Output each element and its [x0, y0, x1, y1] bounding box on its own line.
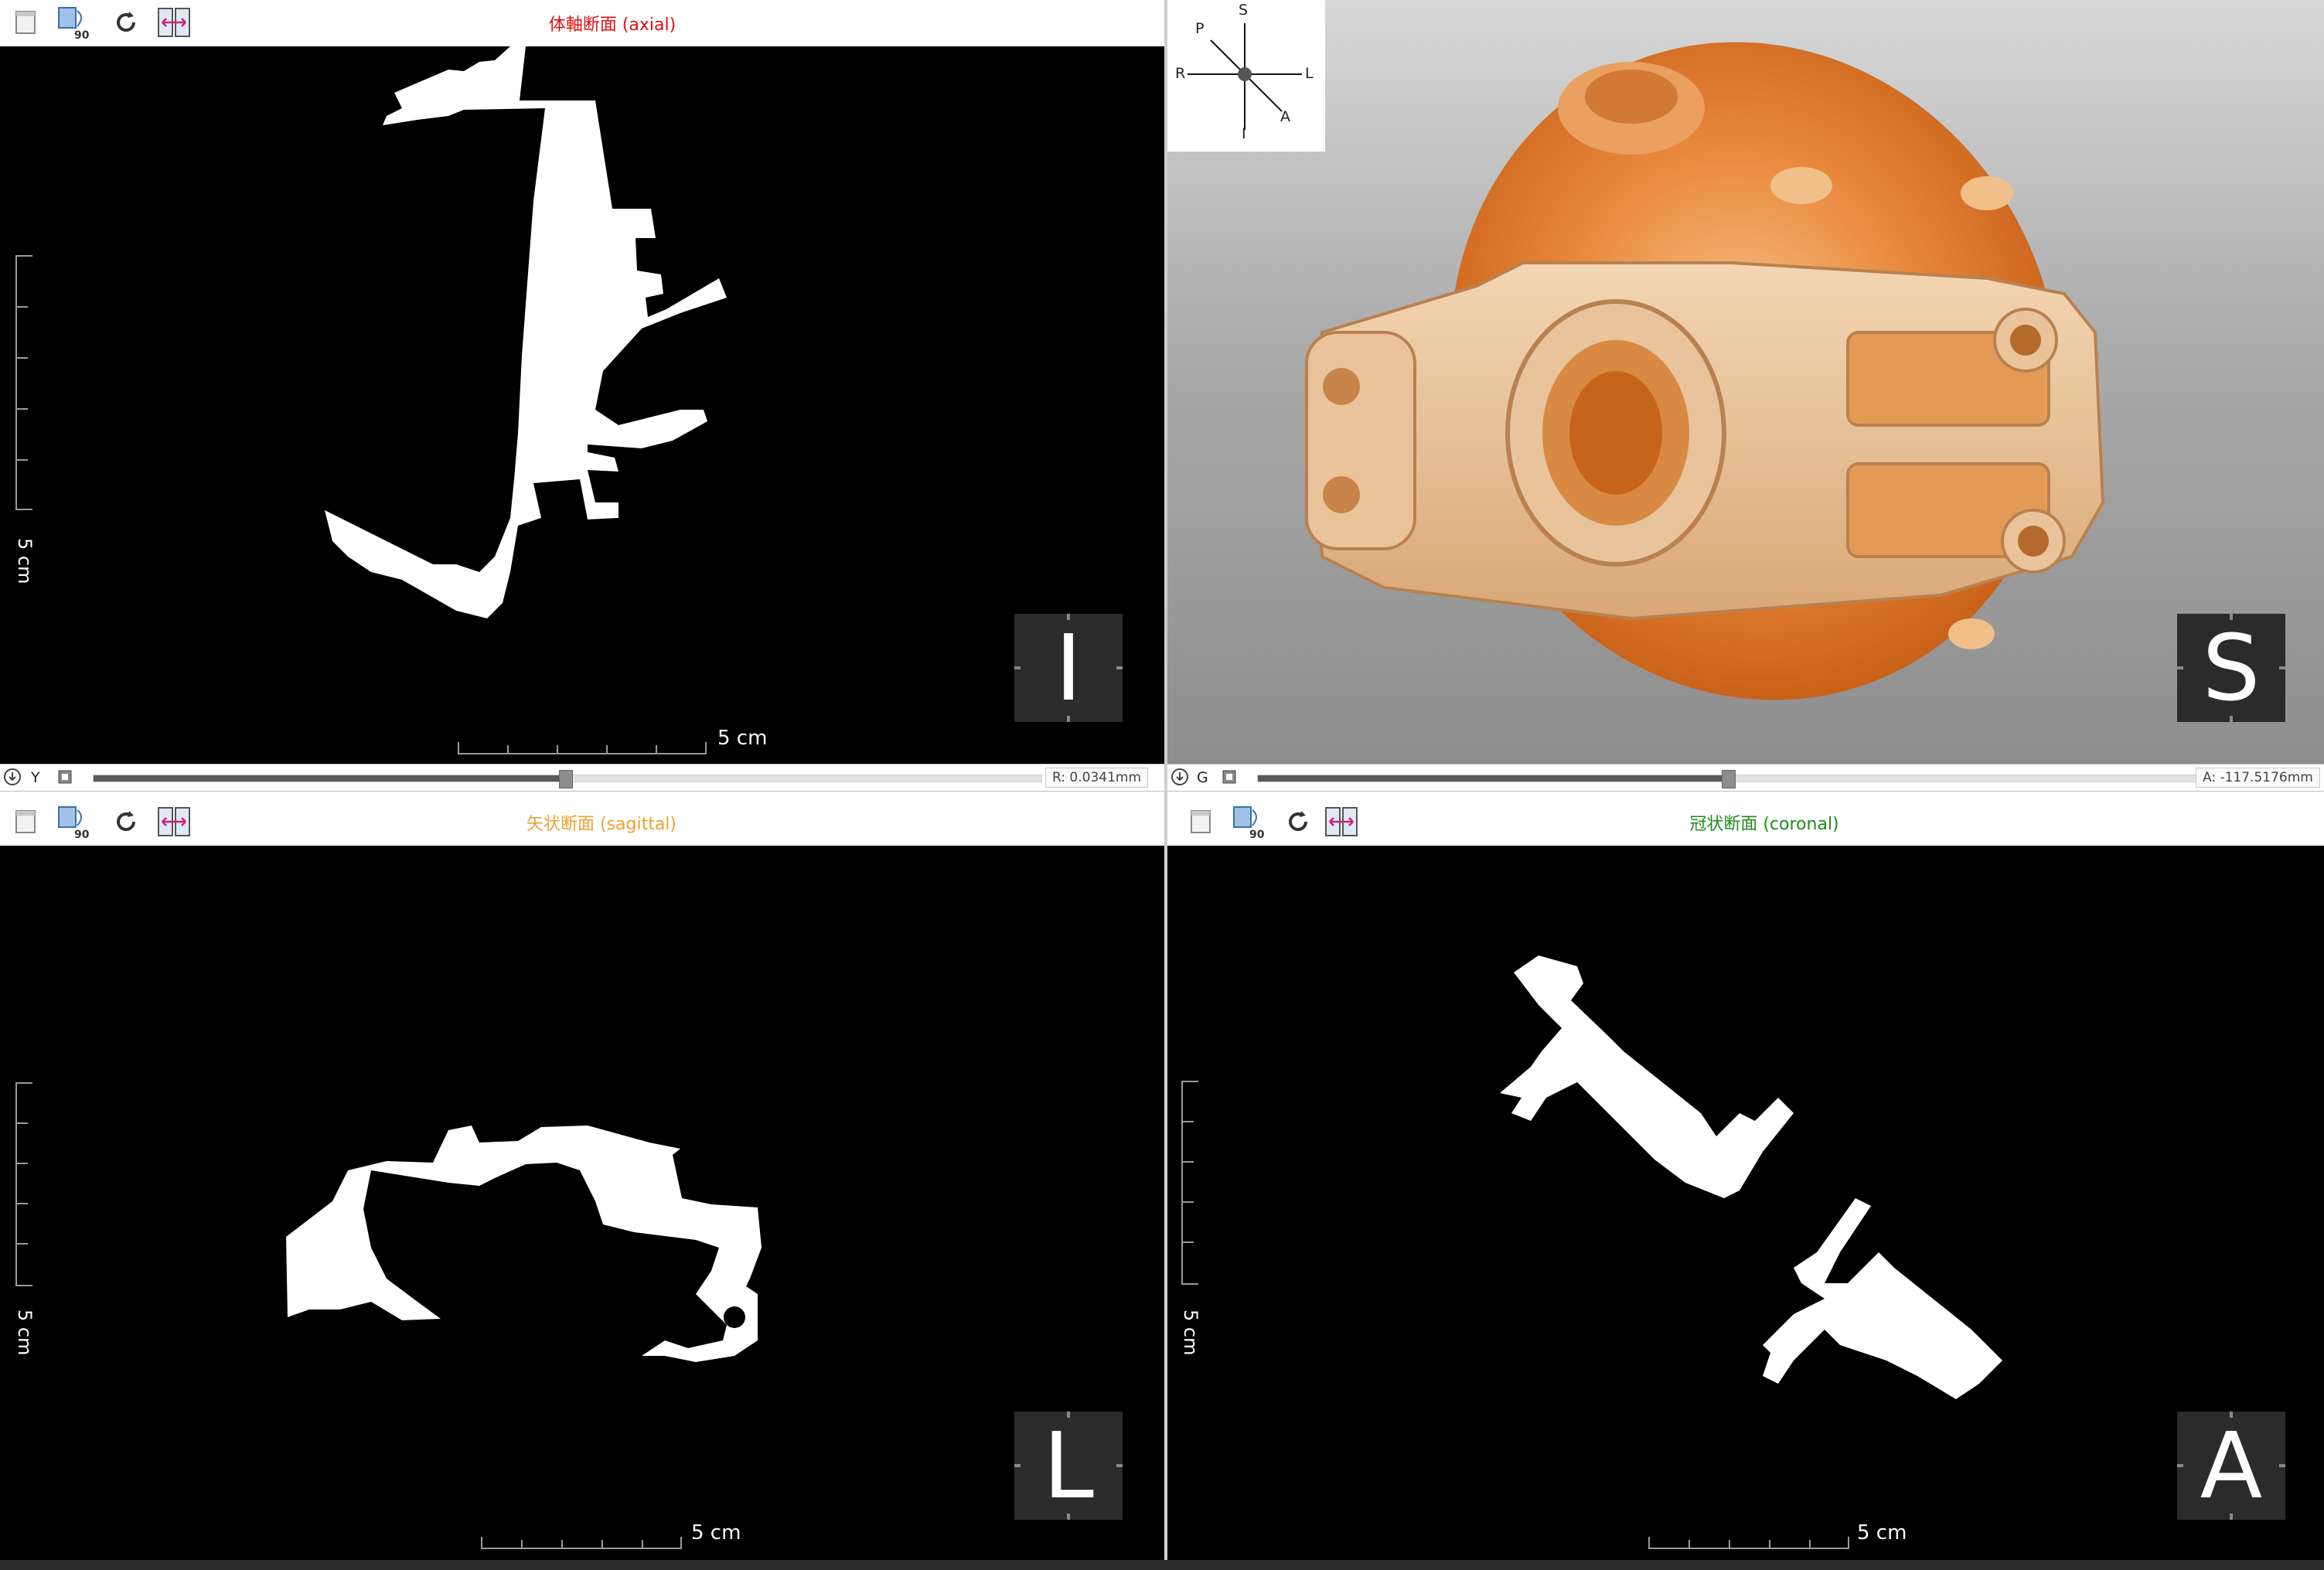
axial-scale-label: 5 cm	[717, 727, 768, 750]
crop-icon[interactable]	[54, 768, 76, 790]
orientation-S: S	[1239, 2, 1249, 19]
reset-icon[interactable]	[108, 804, 144, 839]
coronal-slice-image	[1500, 955, 2002, 1399]
coronal-vertical-scale-label: 5 cm	[1180, 1309, 1201, 1356]
slice-slider-right-fill	[1258, 775, 1729, 782]
sagittal-vertical-scalebar	[15, 1082, 34, 1286]
coronal-viewport[interactable]: 5 cm 5 cm A	[1167, 846, 2324, 1560]
bottom-status-strip	[0, 1560, 2324, 1570]
orientation-widget: S I R L P A	[1167, 0, 1325, 152]
sagittal-slice-image	[286, 1126, 762, 1362]
orientation-axes-icon	[1188, 23, 1302, 130]
axial-vertical-scale-label: 5 cm	[14, 538, 36, 584]
rotate-90-icon[interactable]: 90°	[54, 5, 90, 40]
slice-slider-left-thumb[interactable]	[559, 770, 573, 788]
slice-slider-left-fill	[94, 775, 567, 782]
sagittal-viewport[interactable]: 5 cm 5 cm L	[0, 846, 1164, 1560]
crop-icon[interactable]	[1218, 768, 1240, 790]
render3d-orientation-text: S	[2202, 615, 2261, 721]
flip-icon[interactable]	[156, 5, 192, 40]
axial-slice-image	[325, 46, 727, 618]
slider-row-right: G A: -117.5176mm	[1167, 764, 2324, 792]
rotate-90-icon[interactable]: 90°	[54, 804, 90, 839]
slider-row-left: Y R: 0.0341mm	[0, 764, 1164, 792]
sagittal-vertical-scale-label: 5 cm	[14, 1309, 36, 1356]
slider-axis-label-left: Y	[31, 769, 40, 786]
axial-vertical-scalebar	[15, 255, 34, 510]
sagittal-scale-label: 5 cm	[691, 1521, 741, 1544]
slice-slider-left[interactable]	[93, 770, 1042, 788]
reset-icon[interactable]	[108, 5, 144, 40]
flip-icon[interactable]	[156, 804, 192, 839]
window-icon[interactable]	[8, 804, 43, 839]
coronal-title: 冠状断面 (coronal)	[1689, 815, 1839, 834]
axial-toolbar: 90° 体軸断面 (axial)	[0, 0, 1164, 46]
axial-viewport[interactable]: 5 cm 5 cm I	[0, 46, 1164, 764]
axial-orientation-text: I	[1055, 615, 1082, 721]
rotate-label: 90°	[1249, 829, 1265, 839]
coronal-orientation-text: A	[2200, 1412, 2263, 1519]
reset-icon[interactable]	[1280, 804, 1316, 839]
sagittal-toolbar: 90° 矢状断面 (sagittal)	[0, 799, 1164, 846]
slice-position-readout-right: A: -117.5176mm	[2196, 768, 2320, 788]
coronal-orientation-label: A	[2177, 1412, 2285, 1520]
coronal-toolbar: 90° 冠状断面 (coronal)	[1167, 799, 2324, 846]
flip-icon[interactable]	[1324, 804, 1359, 839]
coronal-vertical-scalebar	[1181, 1081, 1200, 1285]
coronal-scale-label: 5 cm	[1857, 1521, 1907, 1544]
slice-slider-right-thumb[interactable]	[1722, 770, 1736, 788]
sagittal-orientation-text: L	[1043, 1412, 1094, 1519]
render3d-part-image	[1305, 42, 2105, 700]
orientation-L: L	[1305, 65, 1314, 82]
slider-axis-label-right: G	[1197, 769, 1208, 786]
rotate-label: 90°	[74, 29, 90, 40]
slice-position-readout-left: R: 0.0341mm	[1045, 768, 1149, 788]
window-icon[interactable]	[1183, 804, 1218, 839]
rotate-90-icon[interactable]: 90°	[1229, 804, 1265, 839]
slice-slider-right[interactable]	[1257, 770, 2200, 788]
sagittal-orientation-label: L	[1014, 1412, 1123, 1520]
window-icon[interactable]	[8, 5, 43, 40]
coronal-horizontal-scalebar	[1648, 1537, 1849, 1549]
axial-title: 体軸断面 (axial)	[548, 15, 676, 35]
rotate-label: 90°	[74, 829, 90, 839]
axial-orientation-label: I	[1014, 614, 1123, 722]
orientation-A: A	[1280, 108, 1290, 125]
orientation-R: R	[1175, 65, 1186, 82]
orientation-P: P	[1195, 20, 1205, 37]
render3d-viewport[interactable]: S I R L P A S	[1167, 0, 2324, 764]
pin-icon[interactable]	[1171, 768, 1189, 790]
sagittal-title: 矢状断面 (sagittal)	[526, 815, 677, 834]
axial-horizontal-scalebar	[458, 742, 707, 754]
orientation-I: I	[1242, 125, 1246, 142]
render3d-orientation-label: S	[2177, 614, 2285, 722]
pin-icon[interactable]	[3, 768, 22, 790]
sagittal-horizontal-scalebar	[481, 1537, 682, 1549]
